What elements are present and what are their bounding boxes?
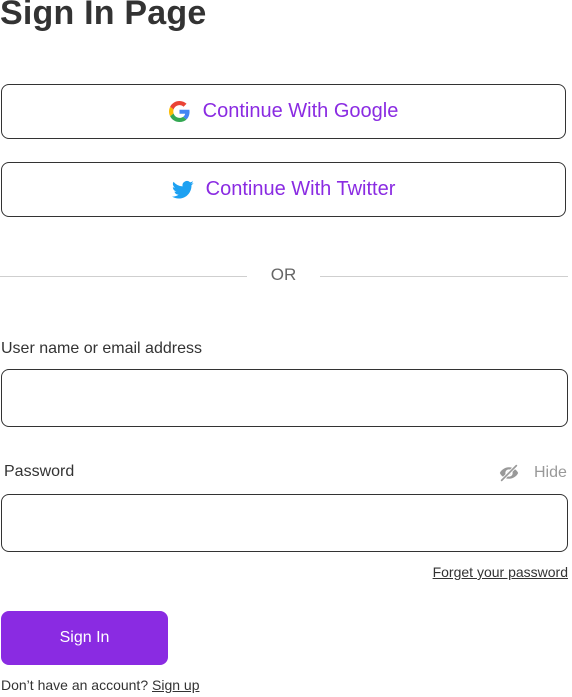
- eye-slash-icon: [498, 462, 520, 484]
- page-title: Sign In Page: [0, 0, 207, 32]
- or-text: OR: [270, 265, 297, 284]
- continue-with-google-button[interactable]: Continue With Google: [1, 84, 566, 139]
- forgot-password-link[interactable]: Forget your password: [433, 564, 568, 580]
- twitter-icon: [171, 179, 194, 201]
- continue-with-twitter-button[interactable]: Continue With Twitter: [1, 162, 566, 217]
- password-input[interactable]: [1, 494, 568, 552]
- password-visibility-toggle[interactable]: Hide: [498, 461, 568, 485]
- signup-prompt: Don’t have an account?: [1, 677, 149, 693]
- sign-in-button[interactable]: Sign In: [1, 611, 168, 665]
- divider-line-left: [0, 276, 247, 277]
- username-input[interactable]: [1, 369, 568, 427]
- divider-line-right: [320, 276, 568, 277]
- signup-row: Don’t have an account? Sign up: [1, 677, 199, 693]
- username-label: User name or email address: [1, 340, 202, 357]
- signup-link[interactable]: Sign up: [152, 677, 199, 693]
- password-label: Password: [4, 463, 75, 480]
- or-divider: OR: [0, 264, 568, 288]
- hide-label: Hide: [534, 464, 567, 481]
- google-icon: [169, 101, 191, 123]
- continue-with-twitter-label: Continue With Twitter: [205, 178, 396, 200]
- continue-with-google-label: Continue With Google: [202, 100, 399, 122]
